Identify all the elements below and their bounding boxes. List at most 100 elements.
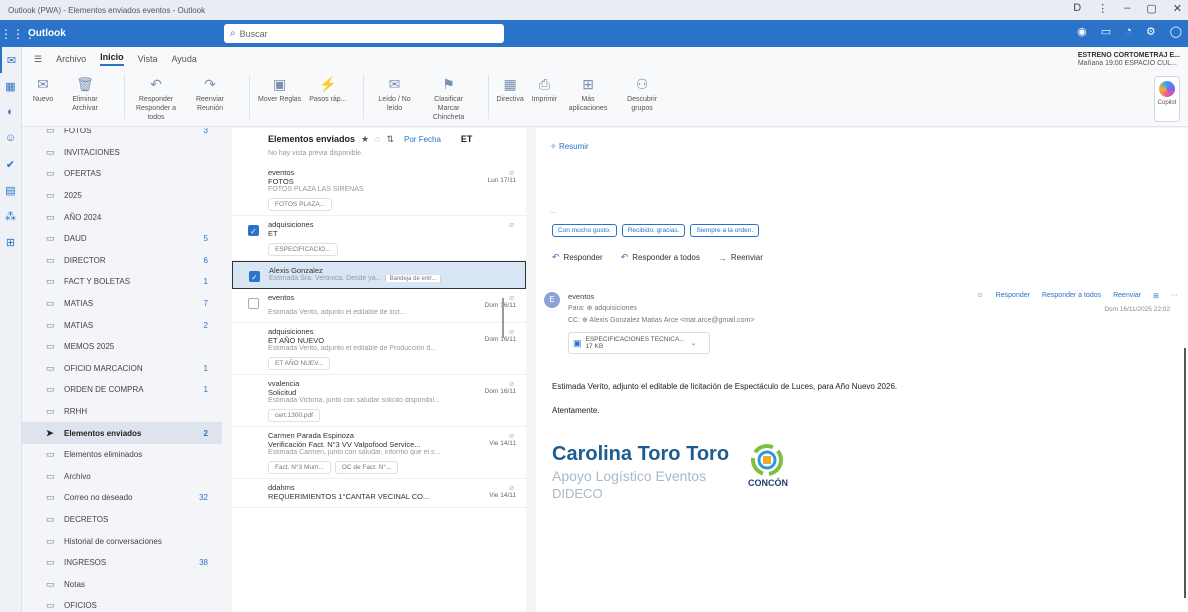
close-button[interactable]: ✕ <box>1173 2 1182 15</box>
tab-inicio[interactable]: Inicio <box>100 52 124 66</box>
folder-item[interactable]: ▭ AÑO 2024 <box>22 206 222 228</box>
message-item[interactable]: eventos FOTOS Lun 17/11 FOTOS PLAZA LAS SIR… <box>232 164 526 216</box>
apps-icon[interactable]: ⊞ <box>0 229 21 255</box>
org-icon[interactable]: ⁂ <box>0 203 21 229</box>
sender-name[interactable]: eventos <box>568 292 594 301</box>
message-item[interactable]: ✓ adquisiciones ET ESPECIFICACIO... ⌀ <box>232 216 526 261</box>
calendar-icon[interactable]: ▦ <box>0 73 21 99</box>
folder-item[interactable]: ▭ Elementos eliminados <box>22 444 222 466</box>
ribbon-print-button[interactable]: ⎙ Imprimir <box>532 75 557 104</box>
tab-archivo[interactable]: Archivo <box>56 54 86 64</box>
ribbon-apps-button[interactable]: ⊞ Más aplicaciones <box>565 75 611 113</box>
attachment-chip[interactable]: FOTOS PLAZA... <box>268 198 333 211</box>
message-checkbox[interactable]: ✓ <box>249 271 260 282</box>
folder-item[interactable]: ▭ Archivo <box>22 466 222 488</box>
chevron-down-icon[interactable]: ⌄ <box>691 339 696 347</box>
ribbon-move-button[interactable]: ▣ Mover Reglas <box>258 75 301 104</box>
quick-reply-1[interactable]: Con mucho gusto. <box>552 224 617 237</box>
search-box[interactable]: ⌕ Buscar <box>224 24 504 43</box>
ribbon-groups-button[interactable]: ⚇ Descubrir grupos <box>619 75 665 113</box>
tab-ayuda[interactable]: Ayuda <box>171 54 196 64</box>
window-control-d[interactable]: D <box>1073 2 1081 15</box>
folder-item[interactable]: ▭ OFERTAS <box>22 163 222 185</box>
forward-button[interactable]: → Reenviar <box>718 252 763 263</box>
tab-vista[interactable]: Vista <box>138 54 158 64</box>
window-control-menu[interactable]: ⋮ <box>1097 2 1108 15</box>
maximize-button[interactable]: ▢ <box>1146 2 1156 15</box>
message-checkbox[interactable] <box>248 298 259 309</box>
attachment-chip[interactable]: Fact. N°3 Mum... <box>268 461 331 474</box>
summarize-button[interactable]: ✧ Resumir <box>536 128 1188 151</box>
folder-item[interactable]: ▭ RRHH <box>22 401 222 423</box>
todo-icon[interactable]: ✔ <box>0 151 21 177</box>
ribbon-read-button[interactable]: ✉ Leído / No leído <box>372 75 418 113</box>
ribbon-flag-button[interactable]: ⚑ Clasificar Marcar Chincheta <box>426 75 472 122</box>
app-launcher-icon[interactable]: ⋮⋮⋮ <box>0 27 36 41</box>
calendar-notification[interactable]: ESTRENO CORTOMETRAJ E... Mañana 19:00 ES… <box>1078 52 1180 68</box>
folder-item[interactable]: ▭ Historial de conversaciones <box>22 530 222 552</box>
previous-message-dots[interactable]: ... <box>550 208 556 215</box>
ribbon-quicksteps-button[interactable]: ⚡ Pasos ráp... <box>309 75 346 104</box>
folder-item[interactable]: ▭ OFICIO MARCACION 1 <box>22 358 222 380</box>
folder-item[interactable]: ▭ MEMOS 2025 <box>22 336 222 358</box>
folder-item[interactable]: ▭ Notas <box>22 573 222 595</box>
sort-dropdown[interactable]: Por Fecha <box>404 135 441 144</box>
copilot-rail-icon[interactable]: ◐ <box>0 99 21 125</box>
message-item[interactable]: ddahms REQUERIMIENTOS 1°CANTAR VECINAL CO… <box>232 479 526 508</box>
teams-icon[interactable]: ◉ <box>1077 25 1087 38</box>
gear-icon[interactable]: ⚙ <box>1146 25 1156 38</box>
ribbon-forward-button[interactable]: ↷ Reenviar Reunión <box>187 75 233 113</box>
hamburger-icon[interactable]: ☰ <box>34 54 42 65</box>
attachment-chip[interactable]: OC de Fact. N°... <box>334 461 399 474</box>
copilot-button[interactable]: Copilot <box>1154 76 1180 122</box>
people-icon[interactable]: ☺ <box>0 125 21 151</box>
reply-all-button[interactable]: ↶ Responder a todos <box>621 252 700 263</box>
account-icon[interactable]: ◯ <box>1170 25 1182 38</box>
quick-reply-3[interactable]: Siempre a la orden. <box>690 224 760 237</box>
filter-label[interactable]: ET <box>461 134 473 144</box>
attachment-chip[interactable]: ESPECIFICACIO... <box>268 243 338 256</box>
folder-item[interactable]: ▭ INVITACIONES <box>22 142 222 164</box>
reply-button[interactable]: ↶ Responder <box>552 252 603 263</box>
folder-item[interactable]: ▭ 2025 <box>22 185 222 207</box>
message-item[interactable]: adquisiciones ET AÑO NUEVO Dom 16/11 Estima… <box>232 323 526 375</box>
folder-item[interactable]: ▭ ORDEN DE COMPRA 1 <box>22 379 222 401</box>
mail-icon[interactable]: ✉ <box>0 47 21 73</box>
message-item[interactable]: vvalencia Solicitud Dom 16/11 Estimada Vict… <box>232 375 526 427</box>
filter-icon[interactable]: ⇅ <box>386 134 394 145</box>
minimize-button[interactable]: – <box>1124 2 1130 15</box>
folder-item[interactable]: ▭ Correo no deseado 32 <box>22 487 222 509</box>
chat-icon[interactable]: ▭ <box>1101 25 1111 38</box>
more-icon[interactable]: ··· <box>1171 292 1178 300</box>
apps-icon[interactable]: ⊞ <box>1153 292 1159 300</box>
folder-item[interactable]: ▭ MATIAS 7 <box>22 293 222 315</box>
attachment-chip[interactable]: cert.1300.pdf <box>268 409 320 422</box>
ribbon-reply-button[interactable]: ↶ Responder Responder a todos <box>133 75 179 122</box>
onedrive-icon[interactable]: ▤ <box>0 177 21 203</box>
quick-reply-2[interactable]: Recibido, gracias. <box>621 224 686 237</box>
reading-scrollbar[interactable] <box>1184 348 1186 598</box>
folder-item[interactable]: ▭ DIRECTOR 6 <box>22 250 222 272</box>
folder-item[interactable]: ➤ Elementos enviados 2 <box>22 422 222 444</box>
refresh-icon[interactable]: ◌ <box>375 134 380 144</box>
folder-item[interactable]: ▭ OFICIOS <box>22 595 222 612</box>
attachment-card[interactable]: ▣ ESPECIFICACIONES TECNICA... 17 KB ⌄ <box>568 332 710 354</box>
email-forward-button[interactable]: Reenviar <box>1113 292 1141 300</box>
list-scrollbar[interactable] <box>502 298 504 338</box>
ribbon-new-button[interactable]: ✉ Nuevo <box>32 75 54 104</box>
message-item[interactable]: Carmen Parada Espinoza Verificación Fact.… <box>232 427 526 479</box>
folder-item[interactable]: ▭ FOTOS 3 <box>22 128 222 142</box>
folder-item[interactable]: ▭ DAUD 5 <box>22 228 222 250</box>
email-reply-button[interactable]: Responder <box>996 292 1030 300</box>
folder-item[interactable]: ▭ INGRESOS 38 <box>22 552 222 574</box>
ribbon-policy-button[interactable]: ▦ Directiva <box>497 75 524 104</box>
star-icon[interactable]: ★ <box>361 134 369 145</box>
folder-item[interactable]: ▭ DECRETOS <box>22 509 222 531</box>
message-item[interactable]: eventos Dom 16/11 Estimada Verito, adjunto… <box>232 289 526 323</box>
message-item[interactable]: ✓ Alexis Gonzalez Estimada Sra. Verónica. … <box>232 261 526 289</box>
message-checkbox[interactable]: ✓ <box>248 225 259 236</box>
email-reply-all-button[interactable]: Responder a todos <box>1042 292 1101 300</box>
folder-item[interactable]: ▭ MATIAS 2 <box>22 314 222 336</box>
emoji-icon[interactable]: ☺ <box>977 292 984 300</box>
search-input[interactable]: Buscar <box>240 29 268 39</box>
